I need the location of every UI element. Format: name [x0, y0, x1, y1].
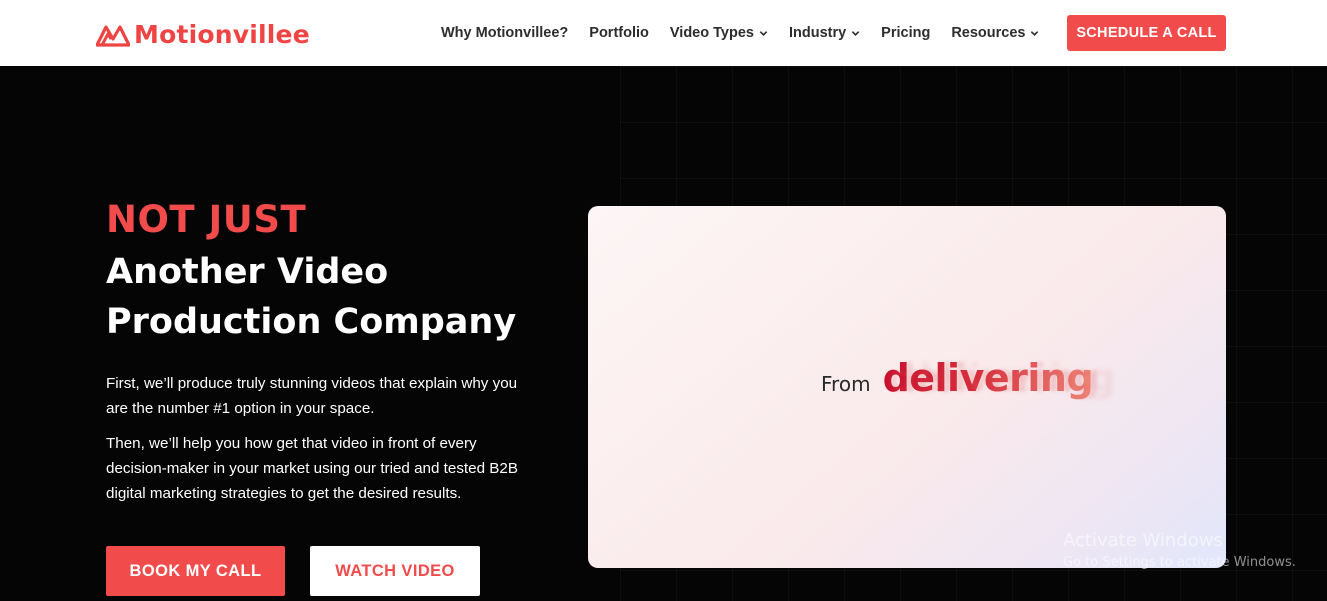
chevron-down-icon — [851, 30, 860, 36]
book-call-button[interactable]: BOOK MY CALL — [106, 546, 285, 596]
main-nav: Why Motionvillee? Portfolio Video Types … — [441, 21, 1039, 45]
animated-word-wrap: delivering delivering delivering — [883, 356, 1116, 400]
nav-portfolio[interactable]: Portfolio — [589, 25, 649, 41]
watch-video-button[interactable]: WATCH VIDEO — [310, 546, 480, 596]
windows-activation-watermark: Activate Windows Go to Settings to activ… — [1063, 530, 1296, 574]
schedule-call-button[interactable]: SCHEDULE A CALL — [1067, 15, 1226, 51]
brand-logo[interactable]: Motionvillee — [96, 18, 310, 50]
site-header: Motionvillee Why Motionvillee? Portfolio… — [0, 0, 1327, 66]
nav-label: Pricing — [881, 25, 931, 41]
animated-word-ghost: delivering — [888, 356, 1100, 400]
watermark-title: Activate Windows — [1063, 530, 1223, 551]
headline-main: Another Video Production Company — [106, 247, 576, 347]
nav-pricing[interactable]: Pricing — [881, 25, 930, 41]
nav-label: Resources — [951, 25, 1026, 41]
nav-industry[interactable]: Industry — [789, 25, 860, 41]
nav-label: Industry — [788, 25, 847, 41]
video-player[interactable]: From delivering delivering delivering — [588, 206, 1226, 568]
video-caption: From delivering delivering delivering — [821, 356, 1116, 416]
nav-video-types[interactable]: Video Types — [670, 25, 768, 41]
watermark-subtitle: Go to Settings to activate Windows. — [1063, 555, 1296, 570]
headline-line: Production Company — [106, 302, 517, 342]
video-caption-prefix: From — [821, 372, 871, 396]
intro-paragraph: First, we’ll produce truly stunning vide… — [106, 375, 518, 417]
nav-resources[interactable]: Resources — [951, 25, 1039, 41]
nav-label: Why Motionvillee? — [441, 25, 569, 41]
hero-section: NOT JUST Another Video Production Compan… — [0, 66, 1327, 601]
nav-why-motionvillee[interactable]: Why Motionvillee? — [441, 25, 568, 41]
headline-highlight: NOT JUST — [106, 198, 307, 241]
intro-paragraph: Then, we’ll help you how get that video … — [106, 435, 518, 502]
nav-label: Portfolio — [589, 25, 649, 41]
triangle-m-logo-icon — [96, 25, 130, 47]
chevron-down-icon — [1031, 30, 1039, 36]
brand-name: Motionvillee — [134, 19, 310, 49]
headline-line: Another Video — [106, 252, 389, 292]
nav-label: Video Types — [669, 25, 754, 41]
chevron-down-icon — [759, 30, 768, 36]
